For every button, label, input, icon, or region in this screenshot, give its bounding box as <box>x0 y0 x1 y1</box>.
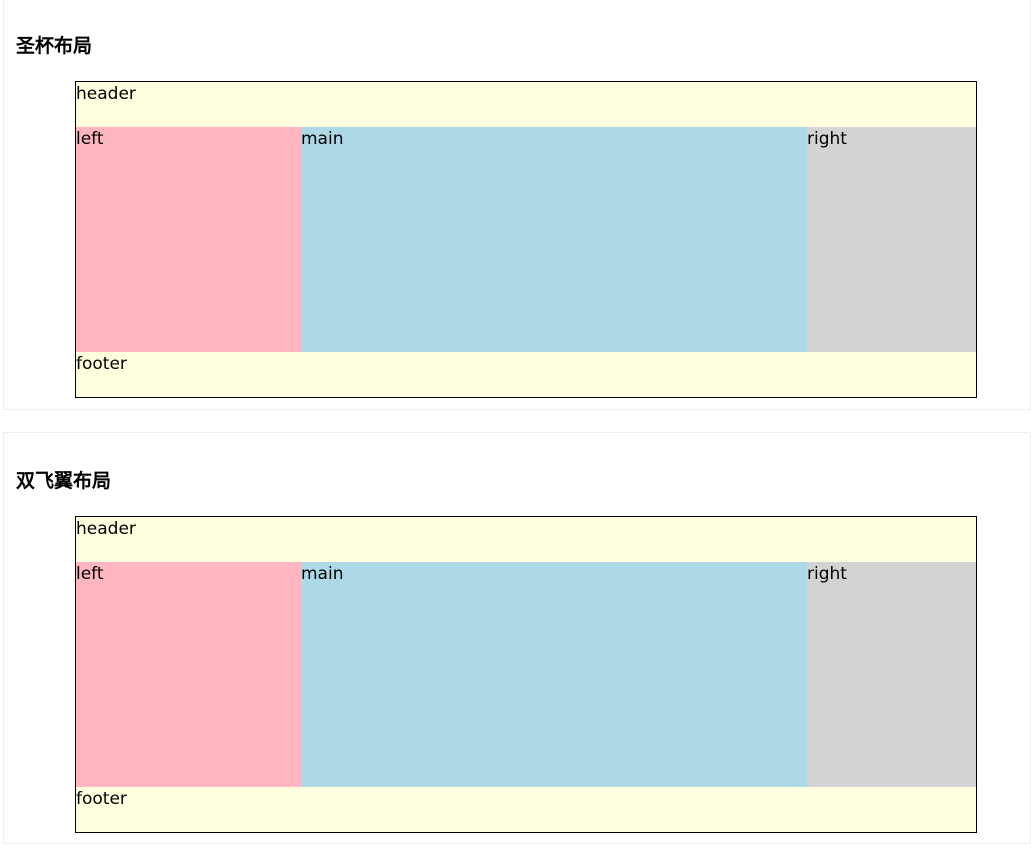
header-region: header <box>76 82 976 127</box>
double-wing-section: 双飞翼布局 header left main right footer <box>3 432 1031 844</box>
main-column: main <box>301 562 807 787</box>
right-column: right <box>807 562 976 787</box>
left-column: left <box>76 562 301 787</box>
right-column: right <box>807 127 976 352</box>
footer-region: footer <box>76 352 976 397</box>
double-wing-layout: header left main right footer <box>75 516 977 833</box>
section-title: 圣杯布局 <box>16 35 93 57</box>
holy-grail-section: 圣杯布局 header left main right footer <box>3 0 1031 410</box>
main-column: main <box>301 127 807 352</box>
section-title: 双飞翼布局 <box>16 470 112 492</box>
holy-grail-layout: header left main right footer <box>75 81 977 398</box>
left-column: left <box>76 127 301 352</box>
footer-region: footer <box>76 787 976 832</box>
header-region: header <box>76 517 976 562</box>
